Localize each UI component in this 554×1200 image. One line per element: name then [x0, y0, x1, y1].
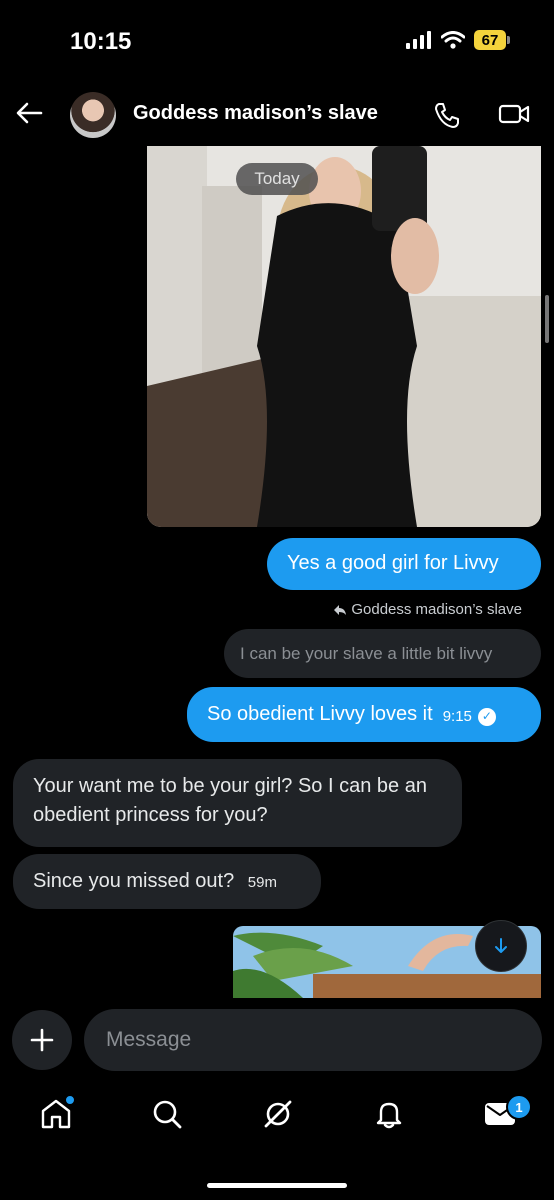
signal-icon	[406, 31, 431, 49]
reply-icon	[334, 604, 347, 615]
back-button[interactable]	[14, 98, 44, 133]
battery-indicator: 67	[474, 30, 510, 50]
video-call-icon	[498, 104, 530, 124]
reply-to-label: Goddess madison’s slave	[351, 601, 522, 618]
quoted-message[interactable]: I can be your slave a little bit livvy	[224, 629, 541, 678]
call-button[interactable]	[432, 100, 462, 135]
video-call-button[interactable]	[498, 100, 530, 133]
bottom-tab-bar	[0, 1088, 554, 1148]
photo-image	[147, 146, 541, 527]
message-time: 9:15	[442, 708, 472, 725]
conversation-title[interactable]: Goddess madison’s slave	[133, 102, 378, 125]
incoming-message[interactable]: Since you missed out? 59m	[13, 854, 321, 909]
add-attachment-button[interactable]	[12, 1010, 72, 1070]
outgoing-message[interactable]: So obedient Livvy loves it 9:15 ✓	[187, 687, 541, 742]
tab-grok[interactable]	[258, 1094, 298, 1134]
message-input[interactable]	[84, 1009, 542, 1071]
wifi-icon	[441, 31, 465, 49]
arrow-down-icon	[495, 938, 507, 953]
battery-level: 67	[474, 30, 506, 50]
photo-message[interactable]	[147, 146, 541, 527]
message-text: So obedient Livvy loves it	[207, 703, 433, 725]
search-icon	[153, 1100, 182, 1129]
home-notification-dot	[64, 1094, 76, 1106]
read-check-icon: ✓	[477, 707, 496, 726]
conversation-header: Goddess madison’s slave	[0, 84, 554, 146]
scrollbar[interactable]	[545, 295, 549, 343]
status-time: 10:15	[70, 28, 132, 55]
avatar[interactable]	[70, 92, 116, 138]
outgoing-message[interactable]: Yes a good girl for Livvy	[267, 538, 541, 590]
tab-notifications[interactable]	[369, 1094, 409, 1134]
message-meta: 9:15 ✓	[443, 702, 496, 731]
grok-icon	[264, 1100, 292, 1128]
bell-icon	[376, 1102, 402, 1129]
scroll-down-button[interactable]	[475, 920, 527, 972]
message-time: 59m	[247, 874, 277, 891]
date-pill: Today	[236, 163, 318, 195]
message-text: Since you missed out?	[33, 870, 235, 892]
reply-context: Goddess madison’s slave	[333, 601, 522, 618]
phone-icon	[435, 103, 459, 128]
home-indicator	[207, 1183, 347, 1188]
incoming-message[interactable]: Your want me to be your girl? So I can b…	[13, 759, 462, 847]
tab-home[interactable]	[36, 1094, 76, 1134]
status-bar: 10:15 67	[0, 0, 554, 84]
plus-icon	[30, 1028, 54, 1052]
messages-badge: 1	[506, 1094, 532, 1120]
back-arrow-icon	[16, 102, 43, 124]
status-icons: 67	[406, 30, 510, 50]
tab-search[interactable]	[147, 1094, 187, 1134]
